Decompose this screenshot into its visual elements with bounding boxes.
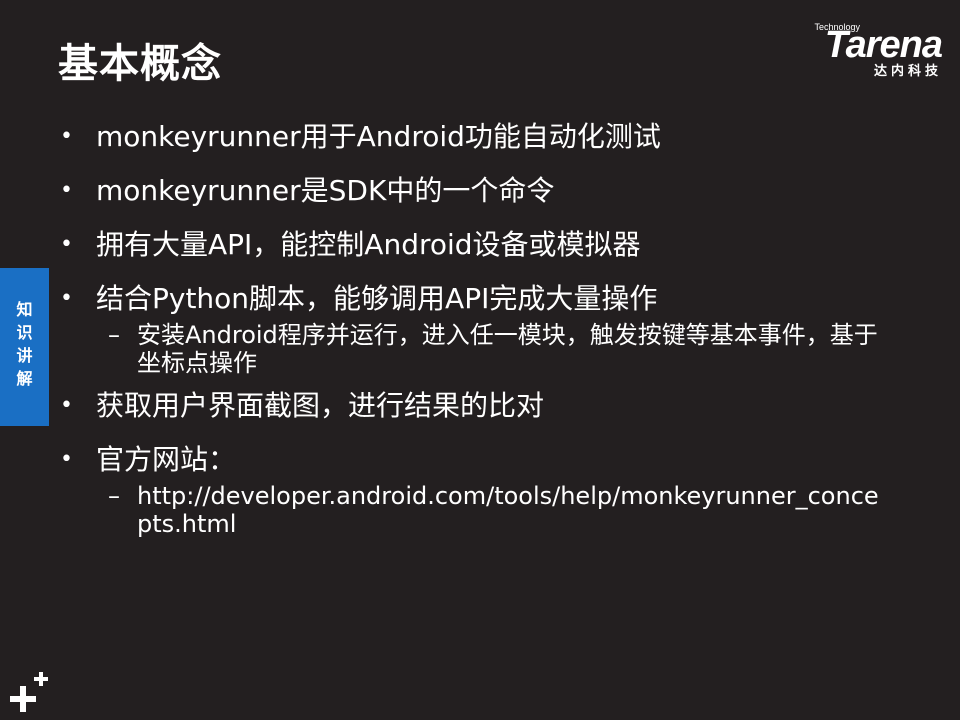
dash-icon: – [108, 482, 120, 510]
tab-char: 讲 [16, 346, 33, 365]
bullet-dot-icon: • [60, 286, 73, 311]
sub-list: – 安装Android程序并运行，进入任一模块，触发按键等基本事件，基于坐标点操… [96, 321, 888, 377]
bullet-dot-icon: • [60, 178, 73, 203]
website-url: http://developer.android.com/tools/help/… [137, 482, 879, 538]
bullet-text: 拥有大量API，能控制Android设备或模拟器 [96, 228, 641, 261]
logo-chinese-name: 达内科技 [873, 64, 942, 79]
bullet-item: • monkeyrunner用于Android功能自动化测试 [58, 118, 888, 156]
tarena-logo: Technology Tarena 达内科技 [772, 22, 943, 84]
bullet-text: 官方网站： [96, 443, 237, 476]
bullet-item: • 获取用户界面截图，进行结果的比对 [58, 387, 888, 425]
knowledge-tab: 知 识 讲 解 [0, 268, 49, 426]
logo-wordmark: Tarena [824, 24, 943, 66]
bullet-text: monkeyrunner是SDK中的一个命令 [96, 174, 555, 207]
tab-char: 解 [16, 369, 33, 388]
bullet-text: 结合Python脚本，能够调用API完成大量操作 [96, 282, 658, 315]
knowledge-tab-label: 知 识 讲 解 [0, 298, 49, 390]
bullet-dot-icon: • [60, 124, 73, 149]
tab-char: 知 [16, 300, 33, 319]
sub-bullet-text: 安装Android程序并运行，进入任一模块，触发按键等基本事件，基于坐标点操作 [137, 321, 878, 377]
bullet-dot-icon: • [60, 447, 73, 472]
slide-title: 基本概念 [58, 41, 222, 87]
bullet-dot-icon: • [60, 393, 73, 418]
sub-bullet-item: – 安装Android程序并运行，进入任一模块，触发按键等基本事件，基于坐标点操… [96, 321, 888, 377]
sub-bullet-item: – http://developer.android.com/tools/hel… [96, 482, 888, 538]
plus-decoration-icon [10, 672, 48, 712]
bullet-item: • 拥有大量API，能控制Android设备或模拟器 [58, 226, 888, 264]
bullet-item: • 官方网站： – http://developer.android.com/t… [58, 441, 888, 538]
bullet-item: • monkeyrunner是SDK中的一个命令 [58, 172, 888, 210]
bullet-text: 获取用户界面截图，进行结果的比对 [96, 389, 545, 422]
dash-icon: – [108, 321, 120, 349]
bullet-list: • monkeyrunner用于Android功能自动化测试 • monkeyr… [58, 118, 888, 548]
bullet-dot-icon: • [60, 232, 73, 257]
tab-char: 识 [16, 323, 33, 342]
bullet-text: monkeyrunner用于Android功能自动化测试 [96, 120, 661, 153]
bullet-item: • 结合Python脚本，能够调用API完成大量操作 – 安装Android程序… [58, 280, 888, 377]
sub-list: – http://developer.android.com/tools/hel… [96, 482, 888, 538]
